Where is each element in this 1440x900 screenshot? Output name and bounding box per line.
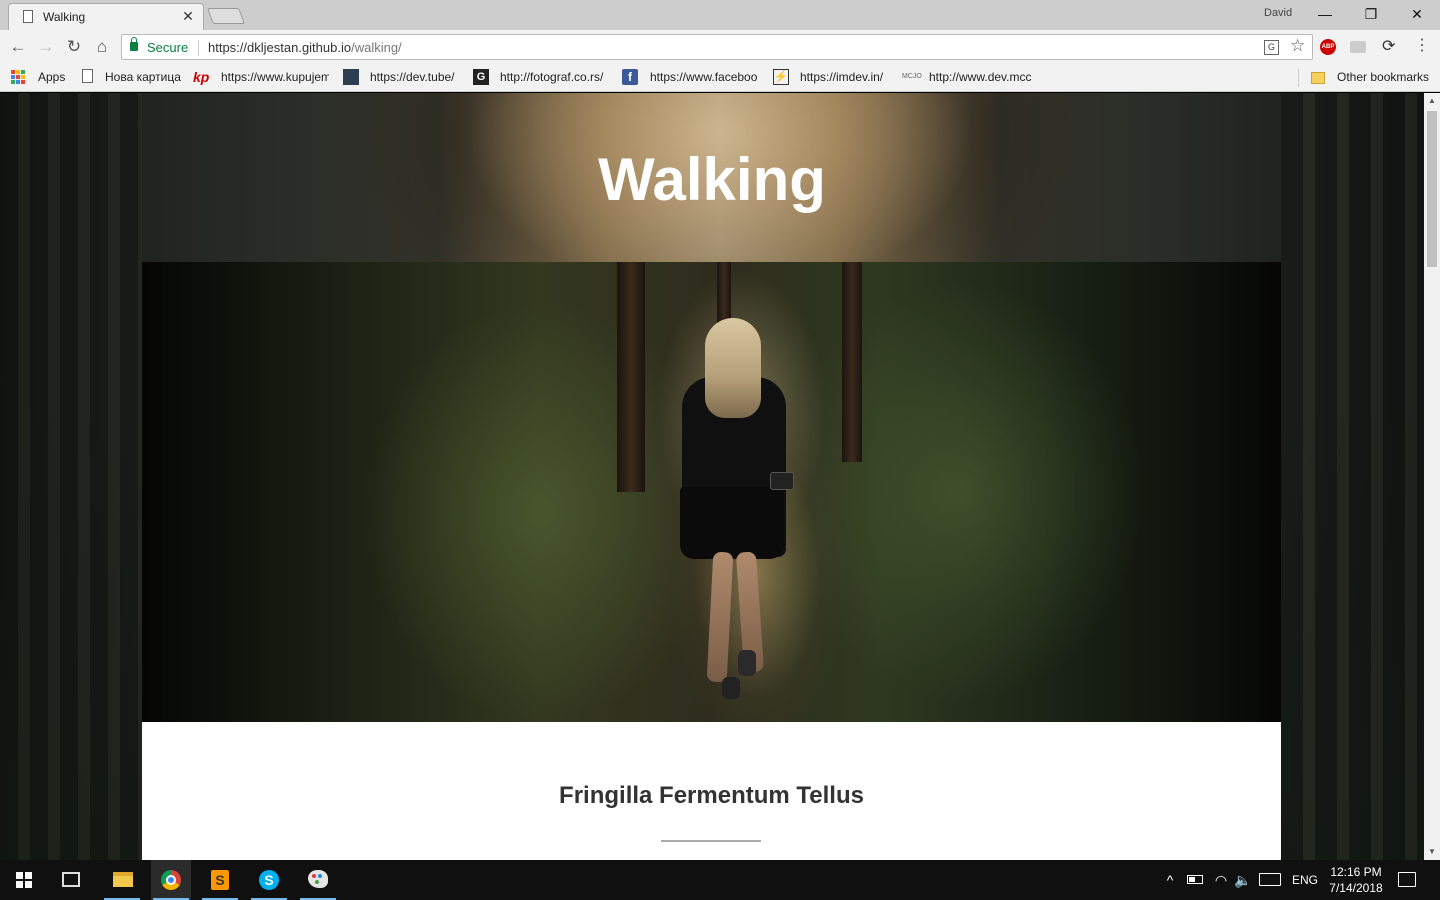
wifi-icon[interactable]: ◠	[1210, 860, 1232, 900]
taskbar-paint[interactable]	[298, 860, 338, 900]
tab-walking[interactable]: Walking ✕	[8, 3, 204, 30]
bookmark-kupujem[interactable]: https://www.kupujem	[221, 70, 329, 84]
sync-extension-icon[interactable]: ⟳	[1382, 36, 1395, 56]
maximize-button[interactable]: ❐	[1348, 0, 1394, 30]
g-icon: G	[473, 69, 489, 85]
task-view-icon[interactable]	[62, 872, 80, 887]
show-hidden-icons-chevron-icon[interactable]: ^	[1160, 860, 1180, 900]
url-path: /walking/	[351, 40, 402, 55]
new-tab-button[interactable]	[207, 8, 245, 24]
windows-logo-icon	[16, 872, 32, 888]
kp-icon: kp	[193, 69, 210, 85]
forward-button[interactable]: →	[34, 35, 58, 59]
apps-icon[interactable]	[10, 69, 26, 85]
bookmark-fotograf[interactable]: http://fotograf.co.rs/	[500, 70, 608, 84]
walker-hair	[705, 318, 761, 418]
taskbar-file-explorer[interactable]	[102, 860, 142, 900]
hero-image	[142, 262, 1281, 722]
chrome-icon	[161, 870, 181, 890]
taskbar-sublime[interactable]: S	[200, 860, 240, 900]
facebook-icon: f	[622, 69, 638, 85]
translate-icon[interactable]: G	[1264, 40, 1279, 55]
bookmark-star-icon[interactable]: ☆	[1290, 36, 1305, 56]
page-icon	[23, 10, 33, 23]
sublime-text-icon: S	[211, 870, 229, 890]
skype-icon: S	[259, 870, 279, 890]
page-scrollbar[interactable]: ▲ ▼	[1424, 93, 1440, 860]
start-button[interactable]	[0, 860, 48, 900]
back-button[interactable]: ←	[6, 35, 30, 59]
touch-keyboard-icon[interactable]	[1259, 873, 1281, 886]
clock-date: 7/14/2018	[1329, 881, 1383, 895]
battery-icon[interactable]	[1187, 875, 1203, 884]
secure-label[interactable]: Secure	[147, 40, 188, 55]
content-card: Fringilla Fermentum Tellus	[142, 722, 1281, 860]
devtube-icon	[343, 69, 359, 85]
heading-divider	[661, 840, 761, 842]
lock-icon[interactable]	[130, 37, 138, 51]
page-icon	[82, 69, 93, 83]
home-button[interactable]: ⌂	[90, 35, 114, 59]
address-bar[interactable]: Secure https://dkljestan.github.io/walki…	[121, 34, 1313, 60]
section-heading: Fringilla Fermentum Tellus	[559, 782, 864, 809]
paint-icon	[308, 870, 328, 888]
profile-name[interactable]: David	[1264, 7, 1292, 19]
clock-time: 12:16 PM	[1330, 865, 1382, 879]
action-center-icon[interactable]	[1398, 872, 1416, 887]
bolt-icon: ⚡	[773, 69, 789, 85]
tab-strip: Walking ✕ David — ❐ ✕	[0, 0, 1440, 30]
other-bookmarks[interactable]: Other bookmarks	[1337, 70, 1429, 84]
chrome-menu-icon[interactable]: ⋮	[1414, 35, 1430, 55]
page-title: Walking	[598, 146, 826, 213]
bookmark-devtube[interactable]: https://dev.tube/	[370, 70, 455, 84]
tree-trunk	[617, 262, 645, 492]
windows-taskbar: S S ^ ◠ 🔈 ENG 12:16 PM 7/14/2018	[0, 860, 1440, 900]
folder-icon	[1311, 72, 1325, 84]
scroll-thumb[interactable]	[1427, 111, 1437, 267]
extension-icon[interactable]	[1350, 41, 1366, 53]
mcc-icon: MCJO	[902, 73, 922, 80]
minimize-button[interactable]: —	[1302, 0, 1348, 30]
reload-button[interactable]: ↻	[62, 35, 86, 59]
bookmark-devmcc[interactable]: http://www.dev.mcc	[929, 70, 1041, 84]
bookmark-apps[interactable]: Apps	[38, 70, 65, 84]
walker-shoe	[738, 650, 756, 676]
page-viewport: Walking Fringilla Fermentum Tellus	[0, 93, 1424, 860]
browser-toolbar: ← → ↻ ⌂ Secure https://dkljestan.github.…	[0, 30, 1440, 64]
scroll-down-arrow-icon[interactable]: ▼	[1424, 844, 1440, 860]
taskbar-chrome[interactable]	[151, 860, 191, 900]
camera	[770, 472, 794, 490]
system-clock[interactable]: 12:16 PM 7/14/2018	[1326, 864, 1386, 896]
bookmark-facebook[interactable]: https://www.faceboo	[650, 70, 760, 84]
input-language[interactable]: ENG	[1288, 860, 1322, 900]
url-text[interactable]: https://dkljestan.github.io/walking/	[208, 40, 402, 55]
url-host: https://dkljestan.github.io	[208, 40, 352, 55]
volume-icon[interactable]: 🔈	[1232, 860, 1254, 900]
close-window-button[interactable]: ✕	[1394, 0, 1440, 30]
adblock-icon[interactable]: ABP	[1320, 39, 1336, 55]
walker-skirt	[680, 487, 784, 559]
divider	[198, 40, 199, 56]
walker-shoe	[722, 677, 740, 699]
taskbar-skype[interactable]: S	[249, 860, 289, 900]
bookmark-imdev[interactable]: https://imdev.in/	[800, 70, 883, 84]
tab-close-icon[interactable]: ✕	[181, 8, 195, 25]
bookmark-nova-kartica[interactable]: Нова картица	[105, 70, 181, 84]
bookmarks-divider	[1298, 69, 1299, 87]
tab-title: Walking	[43, 10, 86, 24]
file-explorer-icon	[113, 872, 133, 887]
scroll-up-arrow-icon[interactable]: ▲	[1424, 93, 1440, 109]
bookmarks-bar: Apps Нова картица kp https://www.kupujem…	[0, 64, 1440, 92]
